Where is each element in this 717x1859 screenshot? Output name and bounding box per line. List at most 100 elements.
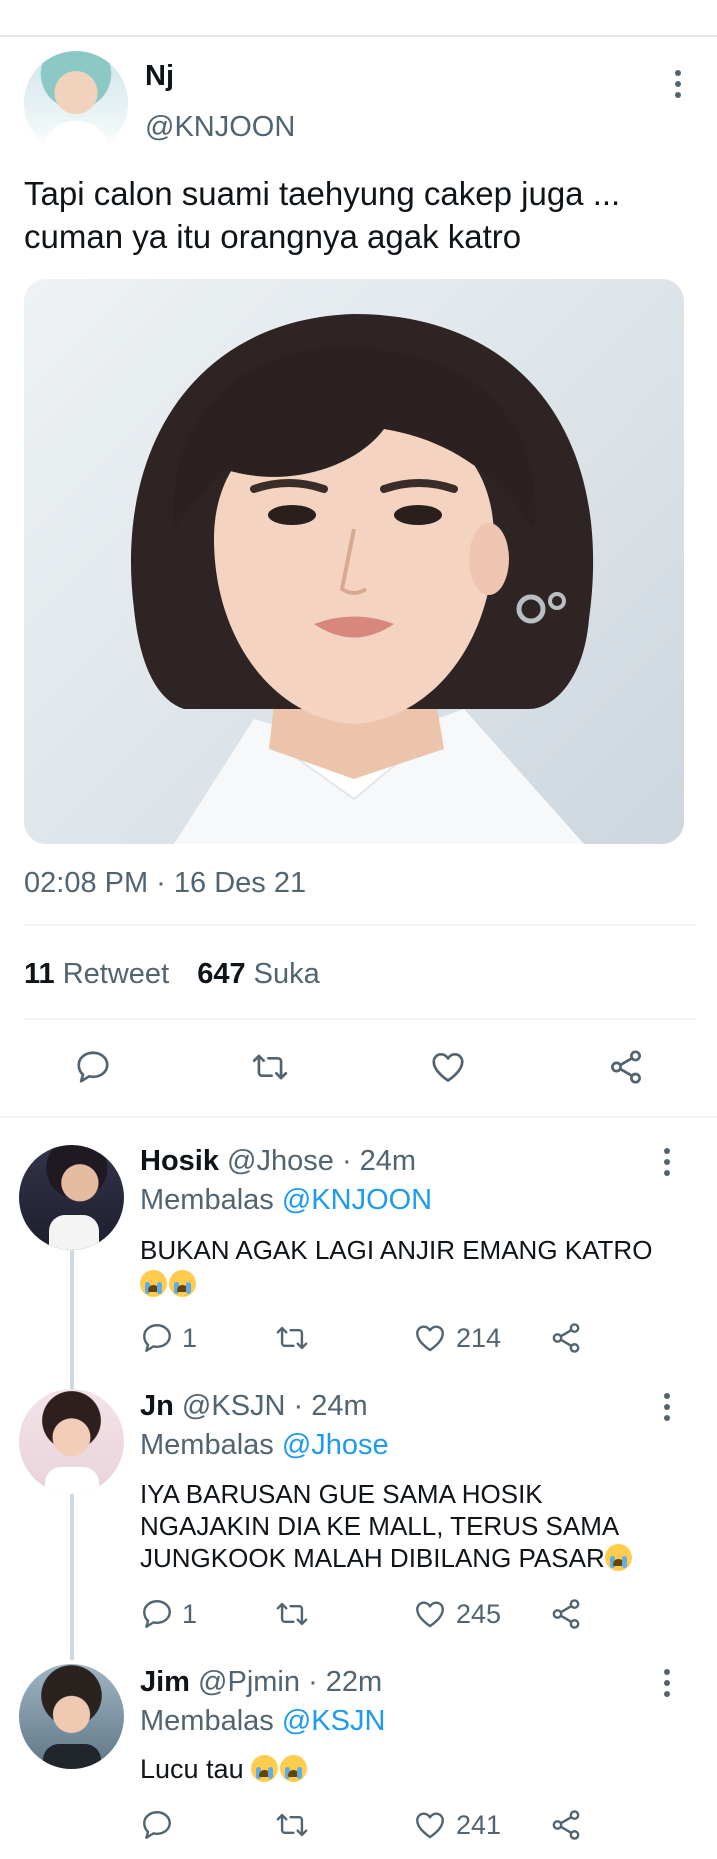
reply-text-line: BUKAN AGAK LAGI ANJIR EMANG KATRO (140, 1235, 653, 1265)
more-options-button[interactable] (652, 1142, 682, 1182)
like-button[interactable]: 241 (412, 1808, 501, 1842)
like-button[interactable] (428, 1048, 468, 1086)
like-count: 647 (197, 958, 246, 990)
reply-icon (77, 1051, 109, 1083)
more-vertical-icon (664, 1148, 670, 1154)
replying-to-link[interactable]: @Jhose (282, 1429, 389, 1461)
tweet-timestamp[interactable]: 02:08 PM · 16 Des 21 (24, 867, 306, 900)
reply-author-handle[interactable]: @KSJN (182, 1390, 286, 1422)
retweet-button[interactable] (274, 1808, 310, 1842)
reply-button[interactable] (74, 1048, 112, 1086)
reply-button[interactable]: 1 (140, 1321, 197, 1355)
reply-text: IYA BARUSAN GUE SAMA HOSIK NGAJAKIN DIA … (140, 1478, 634, 1574)
retweet-icon (276, 1326, 308, 1350)
reply-icon (143, 1324, 171, 1352)
loudly-crying-face-icon (251, 1755, 279, 1782)
replying-to-link[interactable]: @KNJOON (282, 1184, 432, 1216)
reply-author-name[interactable]: Jn (140, 1390, 174, 1422)
more-options-button[interactable] (663, 64, 693, 104)
like-count: 245 (456, 1598, 502, 1629)
reply-button[interactable]: 1 (140, 1597, 197, 1631)
reply-time[interactable]: · 22m (308, 1666, 382, 1698)
like-button[interactable]: 214 (412, 1321, 501, 1355)
divider (24, 924, 696, 926)
like-count: 241 (456, 1809, 502, 1840)
retweet-icon (252, 1054, 288, 1080)
replying-to-link[interactable]: @KSJN (282, 1705, 386, 1737)
reply-text: Lucu tau (140, 1753, 309, 1785)
reply-button[interactable] (140, 1808, 182, 1842)
reply-avatar[interactable] (19, 1145, 124, 1250)
retweet-count: 11 (24, 958, 55, 990)
reply-text: BUKAN AGAK LAGI ANJIR EMANG KATRO (140, 1234, 652, 1300)
more-options-button[interactable] (652, 1387, 682, 1427)
reply-icon (143, 1811, 171, 1839)
replying-to: Membalas @KSJN (140, 1705, 385, 1738)
replying-label: Membalas (140, 1184, 274, 1216)
emoji-row (140, 1268, 652, 1300)
loudly-crying-face-icon (169, 1270, 196, 1297)
heart-icon (432, 1052, 464, 1082)
reply-text-line: JUNGKOOK MALAH DIBILANG PASAR (140, 1543, 605, 1573)
reply-author-handle[interactable]: @Pjmin (198, 1666, 300, 1698)
reply-author-name[interactable]: Hosik (140, 1145, 219, 1177)
more-options-button[interactable] (652, 1663, 682, 1703)
share-icon (552, 1810, 580, 1840)
replying-label: Membalas (140, 1429, 274, 1461)
author-handle[interactable]: @KNJOON (145, 111, 295, 144)
share-button[interactable] (548, 1597, 584, 1631)
reply-count: 1 (182, 1322, 198, 1353)
like-button[interactable]: 245 (412, 1597, 501, 1631)
tweet-text-line-2: cuman ya itu orangnya agak katro (24, 218, 522, 255)
more-vertical-icon (675, 70, 681, 76)
reply-header: Jim @Pjmin · 22m (140, 1666, 382, 1699)
section-divider (0, 1116, 717, 1118)
replying-to: Membalas @KNJOON (140, 1184, 432, 1217)
author-avatar[interactable] (24, 51, 128, 155)
author-name[interactable]: Nj (145, 60, 174, 93)
replying-to: Membalas @Jhose (140, 1429, 389, 1462)
loudly-crying-face-icon (604, 1544, 632, 1571)
heart-icon (416, 1325, 444, 1352)
top-divider (0, 35, 717, 37)
reply-count: 1 (182, 1598, 198, 1629)
reply-text-line: IYA BARUSAN GUE SAMA HOSIK (140, 1479, 543, 1509)
reply-avatar[interactable] (19, 1389, 124, 1494)
more-vertical-icon (664, 1669, 670, 1675)
replying-label: Membalas (140, 1705, 274, 1737)
retweet-button[interactable] (250, 1048, 290, 1086)
tweet-text: Tapi calon suami taehyung cakep juga ...… (24, 172, 704, 258)
reply-text-line: NGAJAKIN DIA KE MALL, TERUS SAMA (140, 1511, 620, 1541)
share-button[interactable] (548, 1321, 584, 1355)
like-label: Suka (253, 958, 320, 990)
retweet-icon (276, 1602, 308, 1626)
retweet-stat[interactable]: 11 Retweet (24, 958, 177, 990)
loudly-crying-face-icon (140, 1270, 167, 1297)
heart-icon (416, 1601, 444, 1628)
tweet-image[interactable] (24, 279, 684, 844)
share-button[interactable] (606, 1048, 646, 1086)
reply-avatar[interactable] (19, 1664, 124, 1769)
like-stat[interactable]: 647 Suka (197, 958, 320, 990)
reply-time[interactable]: · 24m (342, 1145, 416, 1177)
reply-icon (143, 1600, 171, 1628)
reply-time[interactable]: · 24m (294, 1390, 368, 1422)
reply-header: Hosik @Jhose · 24m (140, 1145, 416, 1178)
more-vertical-icon (664, 1393, 670, 1399)
retweet-button[interactable] (274, 1597, 310, 1631)
tweet-text-line-1: Tapi calon suami taehyung cakep juga ... (24, 175, 621, 212)
retweet-label: Retweet (62, 958, 170, 990)
like-count: 214 (456, 1322, 502, 1353)
reply-header: Jn @KSJN · 24m (140, 1390, 368, 1423)
reply-author-handle[interactable]: @Jhose (227, 1145, 334, 1177)
retweet-button[interactable] (274, 1321, 310, 1355)
reply-author-name[interactable]: Jim (140, 1666, 190, 1698)
retweet-icon (276, 1813, 308, 1837)
loudly-crying-face-icon (280, 1755, 308, 1782)
reply-text-line-last: JUNGKOOK MALAH DIBILANG PASAR (140, 1542, 634, 1574)
heart-icon (416, 1812, 444, 1839)
divider (24, 1018, 696, 1020)
share-button[interactable] (548, 1808, 584, 1842)
tweet-stats: 11 Retweet 647 Suka (24, 958, 320, 991)
share-icon (611, 1050, 641, 1084)
